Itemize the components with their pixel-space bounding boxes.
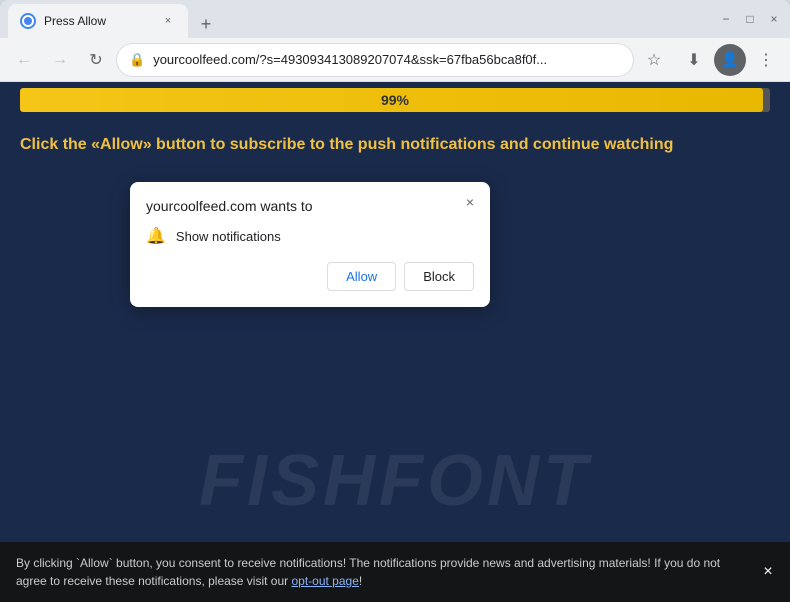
allow-button[interactable]: Allow <box>327 262 396 291</box>
browser-window: Press Allow × + − □ × ← → ↻ 🔒 yourcoolfe… <box>0 0 790 602</box>
block-button[interactable]: Block <box>404 262 474 291</box>
banner-text-part1: By clicking `Allow` button, you consent … <box>16 556 720 588</box>
address-text: yourcoolfeed.com/?s=493093413089207074&s… <box>153 52 621 67</box>
cta-text: Click the «Allow» button to subscribe to… <box>0 124 790 166</box>
progress-bar-container: 99% <box>0 82 790 118</box>
address-bar[interactable]: 🔒 yourcoolfeed.com/?s=493093413089207074… <box>116 43 634 77</box>
notification-label: Show notifications <box>176 229 281 244</box>
watermark: FISHFONT <box>0 440 790 522</box>
forward-button[interactable]: → <box>44 44 76 76</box>
back-button[interactable]: ← <box>8 44 40 76</box>
banner-close-button[interactable]: × <box>756 560 780 584</box>
minimize-button[interactable]: − <box>718 11 734 27</box>
bookmark-button[interactable]: ☆ <box>638 44 670 76</box>
active-tab[interactable]: Press Allow × <box>8 4 188 38</box>
title-bar: Press Allow × + − □ × <box>0 0 790 38</box>
popup-notification-row: 🔔 Show notifications <box>146 226 474 246</box>
new-tab-button[interactable]: + <box>192 10 220 38</box>
tab-area: Press Allow × + <box>8 0 714 38</box>
account-icon: 👤 <box>721 51 738 68</box>
reload-button[interactable]: ↻ <box>80 44 112 76</box>
tab-favicon <box>20 13 36 29</box>
popup-title: yourcoolfeed.com wants to <box>146 198 474 214</box>
download-button[interactable]: ⬇ <box>678 44 710 76</box>
account-button[interactable]: 👤 <box>714 44 746 76</box>
bell-icon: 🔔 <box>146 226 166 246</box>
toolbar: ← → ↻ 🔒 yourcoolfeed.com/?s=493093413089… <box>0 38 790 82</box>
maximize-button[interactable]: □ <box>742 11 758 27</box>
window-close-button[interactable]: × <box>766 11 782 27</box>
tab-close-button[interactable]: × <box>160 13 176 29</box>
cta-label: Click the «Allow» button to subscribe to… <box>20 136 673 153</box>
popup-buttons: Allow Block <box>146 262 474 291</box>
window-controls: − □ × <box>718 11 782 27</box>
bottom-banner: By clicking `Allow` button, you consent … <box>0 542 790 602</box>
opt-out-link[interactable]: opt-out page <box>291 574 358 588</box>
page-content: 99% Click the «Allow» button to subscrib… <box>0 82 790 602</box>
banner-text-part2: ! <box>359 574 362 588</box>
tab-title: Press Allow <box>44 14 152 28</box>
popup-close-button[interactable]: × <box>460 192 480 212</box>
progress-bar: 99% <box>20 88 770 112</box>
notification-popup: × yourcoolfeed.com wants to 🔔 Show notif… <box>130 182 490 307</box>
progress-text: 99% <box>381 92 409 108</box>
menu-button[interactable]: ⋮ <box>750 44 782 76</box>
lock-icon: 🔒 <box>129 52 145 68</box>
